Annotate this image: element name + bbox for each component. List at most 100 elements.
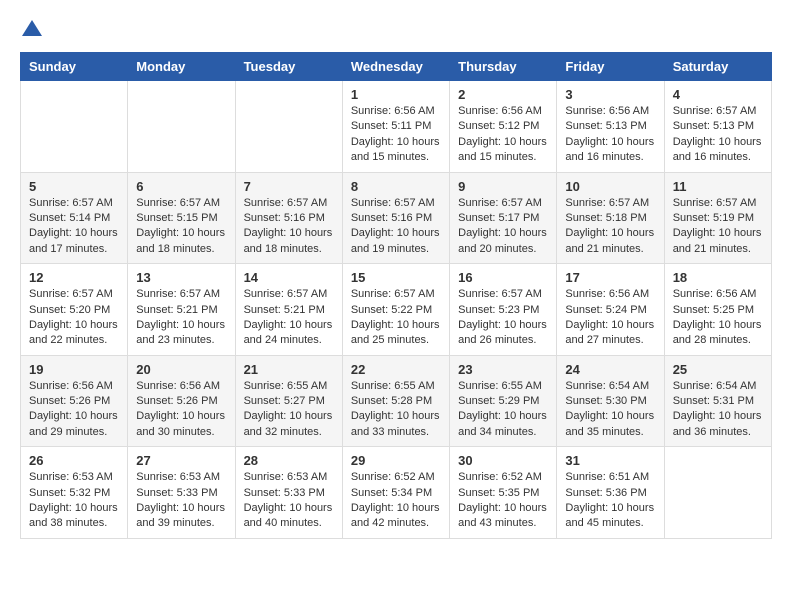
- day-info-text: Sunset: 5:29 PM: [458, 394, 548, 409]
- day-info-text: Daylight: 10 hours and 20 minutes.: [458, 226, 548, 257]
- day-number: 3: [565, 87, 655, 102]
- calendar-table: SundayMondayTuesdayWednesdayThursdayFrid…: [20, 52, 772, 539]
- day-info-text: Sunrise: 6:57 AM: [136, 196, 226, 211]
- day-number: 5: [29, 179, 119, 194]
- page-header: [20, 20, 772, 36]
- day-info-text: Daylight: 10 hours and 40 minutes.: [244, 501, 334, 532]
- calendar-day-9: 9Sunrise: 6:57 AMSunset: 5:17 PMDaylight…: [450, 172, 557, 264]
- day-info-text: Sunrise: 6:57 AM: [673, 196, 763, 211]
- day-info-text: Daylight: 10 hours and 16 minutes.: [565, 135, 655, 166]
- day-number: 30: [458, 453, 548, 468]
- calendar-header-row: SundayMondayTuesdayWednesdayThursdayFrid…: [21, 53, 772, 81]
- calendar-empty-cell: [235, 81, 342, 173]
- day-info-text: Sunrise: 6:57 AM: [565, 196, 655, 211]
- day-info-text: Daylight: 10 hours and 36 minutes.: [673, 409, 763, 440]
- day-info-text: Sunrise: 6:56 AM: [673, 287, 763, 302]
- day-number: 9: [458, 179, 548, 194]
- day-number: 7: [244, 179, 334, 194]
- day-info-text: Sunrise: 6:56 AM: [565, 287, 655, 302]
- day-info-text: Sunrise: 6:57 AM: [351, 196, 441, 211]
- day-info-text: Sunset: 5:24 PM: [565, 303, 655, 318]
- day-number: 20: [136, 362, 226, 377]
- day-number: 27: [136, 453, 226, 468]
- day-info-text: Daylight: 10 hours and 38 minutes.: [29, 501, 119, 532]
- calendar-week-row: 26Sunrise: 6:53 AMSunset: 5:32 PMDayligh…: [21, 447, 772, 539]
- calendar-day-21: 21Sunrise: 6:55 AMSunset: 5:27 PMDayligh…: [235, 355, 342, 447]
- day-info-text: Sunrise: 6:53 AM: [29, 470, 119, 485]
- calendar-day-23: 23Sunrise: 6:55 AMSunset: 5:29 PMDayligh…: [450, 355, 557, 447]
- day-info-text: Daylight: 10 hours and 15 minutes.: [458, 135, 548, 166]
- day-info-text: Daylight: 10 hours and 22 minutes.: [29, 318, 119, 349]
- day-info-text: Sunrise: 6:53 AM: [244, 470, 334, 485]
- day-number: 13: [136, 270, 226, 285]
- day-info-text: Sunset: 5:31 PM: [673, 394, 763, 409]
- day-info-text: Daylight: 10 hours and 27 minutes.: [565, 318, 655, 349]
- day-info-text: Sunset: 5:23 PM: [458, 303, 548, 318]
- calendar-day-1: 1Sunrise: 6:56 AMSunset: 5:11 PMDaylight…: [342, 81, 449, 173]
- day-number: 17: [565, 270, 655, 285]
- logo-icon: [22, 20, 42, 36]
- day-header-wednesday: Wednesday: [342, 53, 449, 81]
- day-info-text: Sunset: 5:26 PM: [29, 394, 119, 409]
- day-info-text: Daylight: 10 hours and 43 minutes.: [458, 501, 548, 532]
- calendar-day-29: 29Sunrise: 6:52 AMSunset: 5:34 PMDayligh…: [342, 447, 449, 539]
- calendar-empty-cell: [664, 447, 771, 539]
- calendar-week-row: 12Sunrise: 6:57 AMSunset: 5:20 PMDayligh…: [21, 264, 772, 356]
- day-info-text: Sunset: 5:27 PM: [244, 394, 334, 409]
- day-number: 19: [29, 362, 119, 377]
- day-info-text: Sunrise: 6:56 AM: [351, 104, 441, 119]
- day-number: 2: [458, 87, 548, 102]
- day-number: 15: [351, 270, 441, 285]
- day-info-text: Daylight: 10 hours and 32 minutes.: [244, 409, 334, 440]
- day-info-text: Sunset: 5:14 PM: [29, 211, 119, 226]
- day-number: 23: [458, 362, 548, 377]
- day-info-text: Sunrise: 6:53 AM: [136, 470, 226, 485]
- day-info-text: Sunrise: 6:55 AM: [244, 379, 334, 394]
- day-info-text: Daylight: 10 hours and 25 minutes.: [351, 318, 441, 349]
- day-info-text: Sunset: 5:26 PM: [136, 394, 226, 409]
- day-info-text: Sunset: 5:13 PM: [673, 119, 763, 134]
- day-info-text: Sunrise: 6:56 AM: [565, 104, 655, 119]
- day-info-text: Sunset: 5:18 PM: [565, 211, 655, 226]
- day-number: 29: [351, 453, 441, 468]
- day-header-sunday: Sunday: [21, 53, 128, 81]
- calendar-day-22: 22Sunrise: 6:55 AMSunset: 5:28 PMDayligh…: [342, 355, 449, 447]
- day-info-text: Sunrise: 6:56 AM: [136, 379, 226, 394]
- calendar-empty-cell: [128, 81, 235, 173]
- calendar-day-14: 14Sunrise: 6:57 AMSunset: 5:21 PMDayligh…: [235, 264, 342, 356]
- day-info-text: Sunset: 5:16 PM: [351, 211, 441, 226]
- day-info-text: Sunrise: 6:51 AM: [565, 470, 655, 485]
- logo: [20, 20, 42, 36]
- day-number: 6: [136, 179, 226, 194]
- day-info-text: Sunset: 5:16 PM: [244, 211, 334, 226]
- calendar-week-row: 5 Sunrise: 6:57 AM Sunset: 5:14 PM Daylight…: [21, 172, 772, 264]
- calendar-day-18: 18Sunrise: 6:56 AMSunset: 5:25 PMDayligh…: [664, 264, 771, 356]
- day-number: 1: [351, 87, 441, 102]
- calendar-day-17: 17 Sunrise: 6:56 AMSunset: 5:24 PMDayligh…: [557, 264, 664, 356]
- day-info-text: Sunrise: 6:56 AM: [458, 104, 548, 119]
- day-info-text: Sunrise: 6:52 AM: [458, 470, 548, 485]
- calendar-week-row: 19Sunrise: 6:56 AMSunset: 5:26 PMDayligh…: [21, 355, 772, 447]
- day-info-text: Sunset: 5:19 PM: [673, 211, 763, 226]
- day-info-text: Sunrise: 6:57 AM: [136, 287, 226, 302]
- day-number: 22: [351, 362, 441, 377]
- day-info-text: Sunset: 5:33 PM: [136, 486, 226, 501]
- calendar-day-19: 19Sunrise: 6:56 AMSunset: 5:26 PMDayligh…: [21, 355, 128, 447]
- day-info-text: Sunset: 5:33 PM: [244, 486, 334, 501]
- day-number: 24: [565, 362, 655, 377]
- day-info-text: Sunset: 5:32 PM: [29, 486, 119, 501]
- day-info-text: Sunrise: 6:57 AM: [244, 287, 334, 302]
- day-info-text: Sunrise: 6:57 AM: [351, 287, 441, 302]
- day-info-text: Daylight: 10 hours and 21 minutes.: [565, 226, 655, 257]
- calendar-day-2: 2Sunrise: 6:56 AMSunset: 5:12 PMDaylight…: [450, 81, 557, 173]
- day-info-text: Daylight: 10 hours and 33 minutes.: [351, 409, 441, 440]
- calendar-day-6: 6Sunrise: 6:57 AMSunset: 5:15 PMDaylight…: [128, 172, 235, 264]
- day-info-text: Sunset: 5:35 PM: [458, 486, 548, 501]
- day-info-text: Daylight: 10 hours and 39 minutes.: [136, 501, 226, 532]
- day-info-text: Daylight: 10 hours and 30 minutes.: [136, 409, 226, 440]
- day-header-thursday: Thursday: [450, 53, 557, 81]
- day-info-text: Sunrise: 6:55 AM: [458, 379, 548, 394]
- day-info-text: Sunset: 5:13 PM: [565, 119, 655, 134]
- day-header-monday: Monday: [128, 53, 235, 81]
- day-info-text: Sunrise: 6:57 AM: [244, 196, 334, 211]
